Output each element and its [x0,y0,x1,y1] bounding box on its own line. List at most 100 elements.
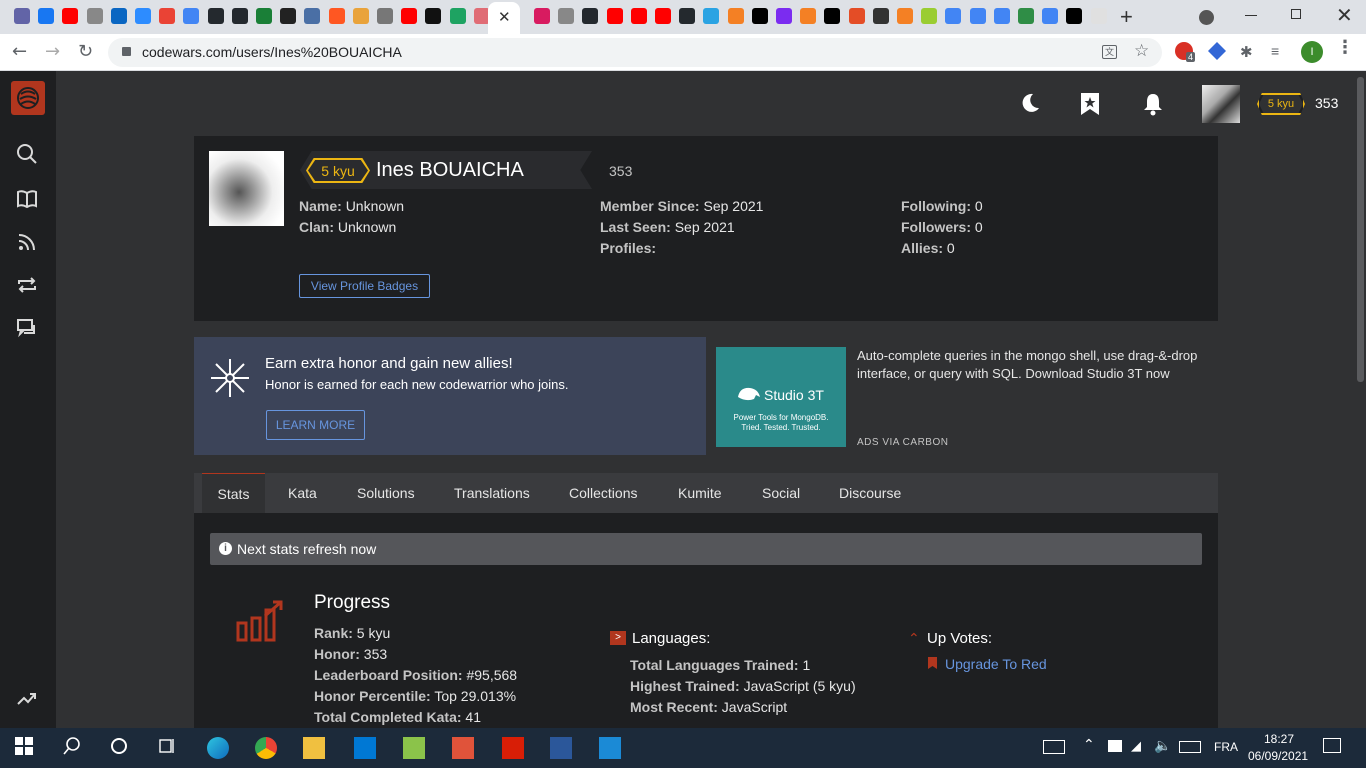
tab-search-icon[interactable] [1199,10,1214,25]
tab-favicon-icon[interactable] [38,8,55,24]
search-icon[interactable] [63,737,85,759]
notifications-bell-icon[interactable] [1142,92,1164,121]
word-icon[interactable] [550,737,572,759]
ad-image[interactable]: Studio 3T Power Tools for MongoDB. Tried… [716,347,846,447]
tab-favicon-icon[interactable] [945,8,962,24]
wifi-icon[interactable]: ◢ [1131,738,1153,760]
browser-menu-icon[interactable]: ⋮ [1336,38,1354,56]
chat-icon[interactable] [16,317,40,341]
volume-icon[interactable]: 🔈 [1154,737,1176,759]
chrome-icon[interactable] [255,737,277,759]
acrobat-icon[interactable] [502,737,524,759]
tab-favicon-icon[interactable] [62,8,79,24]
search-icon[interactable] [16,143,40,167]
browser-profile-avatar[interactable]: I [1301,41,1323,63]
extensions-puzzle-icon[interactable]: ✱ [1240,43,1258,61]
tab-collections[interactable]: Collections [569,473,637,513]
tab-favicon-icon[interactable] [969,8,986,24]
tab-favicon-icon[interactable] [606,8,623,24]
tab-favicon-icon[interactable] [776,8,792,24]
view-profile-badges-button[interactable]: View Profile Badges [299,274,430,298]
tab-favicon-icon[interactable] [872,8,889,24]
trending-icon[interactable] [16,688,40,712]
tab-favicon-icon[interactable] [921,8,938,24]
tab-favicon-icon[interactable] [352,8,369,24]
bookmark-star-icon[interactable]: ☆ [1134,41,1149,61]
tab-favicon-icon[interactable] [135,8,151,24]
book-icon[interactable] [16,188,40,212]
tab-favicon-icon[interactable] [304,8,321,24]
window-close-icon[interactable]: ✕ [1336,3,1353,27]
tab-social[interactable]: Social [762,473,800,513]
store-icon[interactable] [354,737,376,759]
graduation-extension-icon[interactable] [1208,42,1226,60]
forward-icon[interactable]: → [45,41,60,62]
task-view-icon[interactable] [158,737,180,759]
tab-favicon-icon[interactable] [630,8,647,24]
tab-favicon-icon[interactable] [256,8,272,24]
media-queue-icon[interactable]: ≡ [1271,43,1289,61]
tab-favicon-icon[interactable] [703,8,720,24]
top-rank-badge[interactable]: 5 kyu [1259,95,1303,113]
bookmark-icon[interactable] [1080,92,1100,121]
tab-favicon-icon[interactable] [377,8,393,24]
carbon-ad[interactable]: Studio 3T Power Tools for MongoDB. Tried… [706,337,1218,455]
tab-favicon-icon[interactable] [183,8,200,24]
tab-favicon-icon[interactable] [110,8,127,24]
tab-solutions[interactable]: Solutions [357,473,415,513]
tab-favicon-icon[interactable] [449,8,466,24]
tab-favicon-icon[interactable] [1090,8,1107,24]
tab-favicon-icon[interactable] [679,8,696,24]
reload-icon[interactable]: ↻ [78,41,93,62]
tab-favicon-icon[interactable] [751,8,768,24]
tab-kata[interactable]: Kata [288,473,317,513]
tab-favicon-icon[interactable] [800,8,817,24]
tab-favicon-icon[interactable] [401,8,418,24]
tab-favicon-icon[interactable] [993,8,1010,24]
tab-favicon-icon[interactable] [727,8,744,24]
tab-favicon-icon[interactable] [159,8,176,24]
tab-favicon-icon[interactable] [655,8,671,24]
minimize-icon[interactable] [1245,15,1257,16]
learn-more-button[interactable]: LEARN MORE [266,410,365,440]
news-icon[interactable] [1043,740,1065,754]
windows-start-icon[interactable] [15,737,37,759]
battery-icon[interactable] [1108,740,1122,752]
tab-favicon-icon[interactable] [328,8,345,24]
app-icon[interactable] [403,737,425,759]
close-tab-icon[interactable]: ✕ [498,8,511,26]
tab-favicon-icon[interactable] [1066,8,1083,24]
omnibox[interactable]: codewars.com/users/Ines%20BOUAICHA 文 ☆ [108,38,1162,67]
file-explorer-icon[interactable] [303,737,325,759]
following-stat[interactable]: Following: 0 [901,198,983,214]
tab-favicon-icon[interactable] [207,8,224,24]
tab-favicon-icon[interactable] [558,8,575,24]
cortana-icon[interactable] [110,737,132,759]
notification-center-icon[interactable] [1323,738,1341,753]
media-player-icon[interactable] [599,737,621,759]
tab-favicon-icon[interactable] [231,8,248,24]
tab-kumite[interactable]: Kumite [678,473,722,513]
dark-mode-moon-icon[interactable] [1019,92,1041,119]
translate-icon[interactable]: 文 [1102,45,1117,59]
repeat-icon[interactable] [16,274,40,298]
app-icon[interactable] [452,737,474,759]
language-indicator[interactable]: FRA [1214,740,1238,754]
tab-favicon-icon[interactable] [86,8,103,24]
clock-time[interactable]: 18:27 [1264,732,1294,746]
active-tab[interactable]: ✕ [488,2,520,34]
tab-stats[interactable]: Stats [202,473,265,513]
tab-favicon-icon[interactable] [14,8,30,24]
ad-text[interactable]: Auto-complete queries in the mongo shell… [857,347,1202,383]
new-tab-button[interactable]: + [1120,4,1133,30]
tab-favicon-icon[interactable] [1042,8,1059,24]
url-text[interactable]: codewars.com/users/Ines%20BOUAICHA [142,44,402,60]
followers-stat[interactable]: Followers: 0 [901,219,983,235]
tab-favicon-icon[interactable] [824,8,841,24]
tab-favicon-icon[interactable] [897,8,913,24]
maximize-icon[interactable] [1291,9,1301,19]
tab-favicon-icon[interactable] [534,8,550,24]
chevron-up-icon[interactable]: ⌃ [1083,736,1105,758]
tab-discourse[interactable]: Discourse [839,473,901,513]
tab-translations[interactable]: Translations [454,473,530,513]
